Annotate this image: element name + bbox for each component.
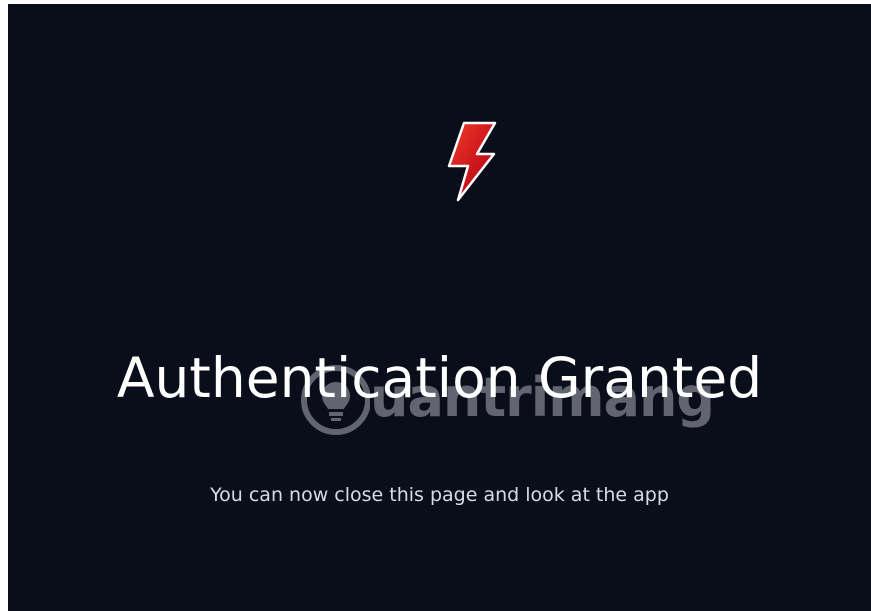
auth-page: uantrimang Authentication Granted You ca…	[8, 4, 871, 611]
lightning-bolt-icon	[447, 121, 497, 202]
status-message: You can now close this page and look at …	[210, 484, 669, 506]
page-title: Authentication Granted	[116, 346, 763, 410]
